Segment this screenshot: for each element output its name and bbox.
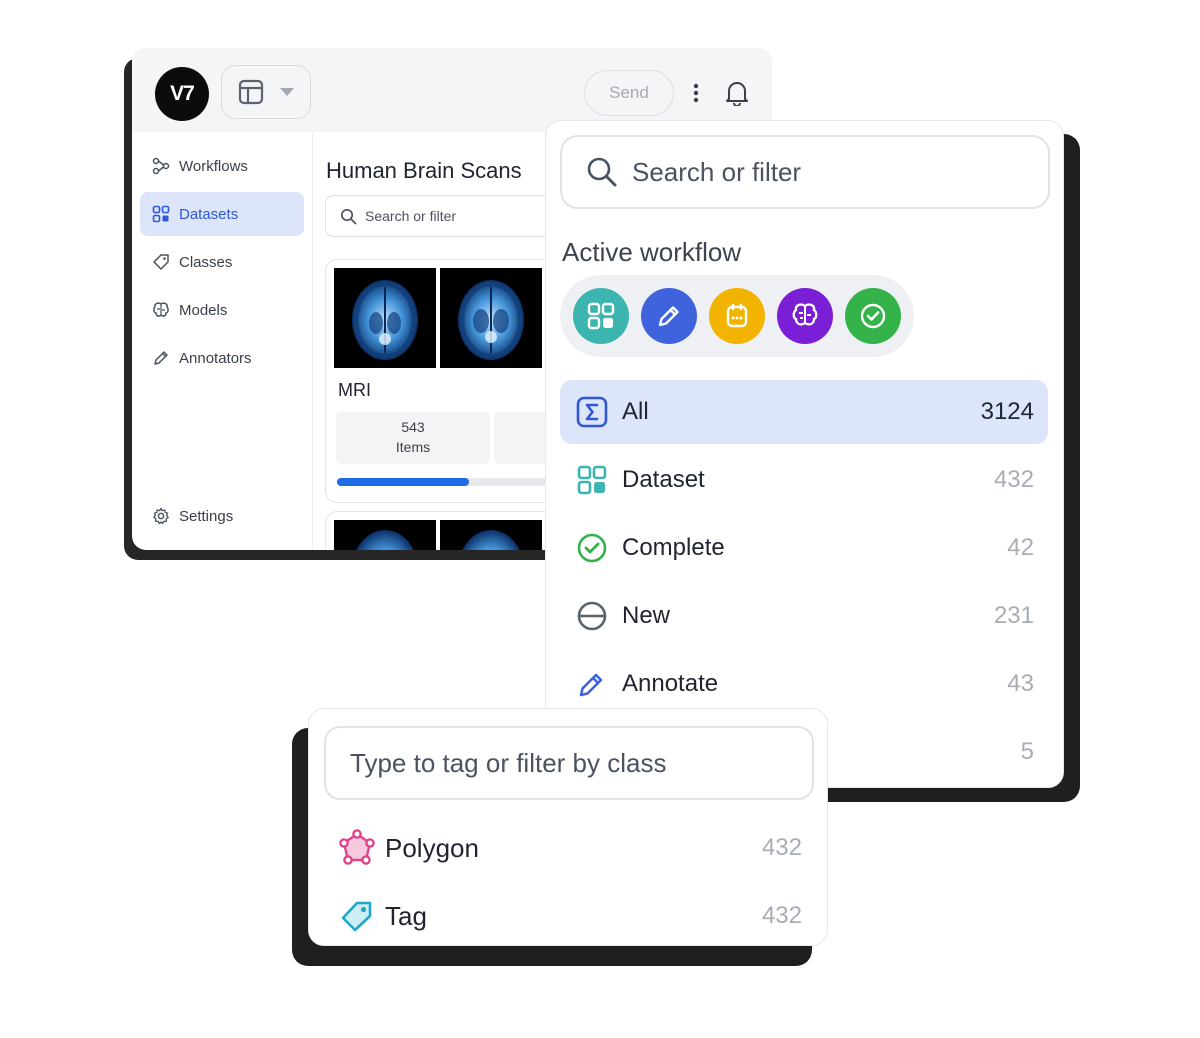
search-icon [587,157,617,187]
pencil-icon [576,668,608,700]
sidebar-item-label: Workflows [179,157,248,175]
filter-row-count: 43 [1007,670,1034,697]
search-placeholder: Search or filter [365,208,457,224]
filter-row-count: 3124 [980,398,1034,425]
mri-scan-image [440,520,542,550]
search-input[interactable]: Search or filter [560,135,1050,209]
sidebar-item-annotators[interactable]: Annotators [140,336,304,380]
class-row-label: Polygon [385,832,479,863]
workflow-icon [152,157,170,175]
sidebar-item-label: Datasets [179,205,239,223]
dataset-name: MRI [338,380,371,400]
items-label: Items [395,439,431,455]
sidebar-item-label: Models [179,301,228,319]
class-row-tag[interactable]: Tag 432 [337,891,802,941]
sidebar-item-label: Classes [179,253,233,271]
layout-icon [238,79,264,105]
filter-row-annotate[interactable]: Annotate 43 [560,652,1048,716]
sidebar-item-datasets[interactable]: Datasets [140,192,304,236]
dataset-stage-icon[interactable] [573,288,629,344]
sidebar-item-label: Annotators [179,349,252,367]
filter-row-label: Dataset [622,466,705,493]
complete-stage-icon[interactable] [845,288,901,344]
page-title: Human Brain Scans [326,158,522,183]
filter-panel: Search or filter Active workflow All 312… [545,120,1064,788]
class-row-label: Tag [385,900,427,931]
active-workflow-title: Active workflow [562,237,742,267]
filter-row-all[interactable]: All 3124 [560,380,1048,444]
search-icon [340,208,357,224]
filter-row-complete[interactable]: Complete 42 [560,516,1048,580]
sidebar-item-models[interactable]: Models [140,288,304,332]
more-options-icon[interactable] [688,78,704,108]
check-circle-icon [576,532,608,564]
bell-icon[interactable] [722,78,752,108]
grid-icon [152,205,170,223]
dataset-icon [576,464,608,496]
filter-row-count: 231 [993,602,1034,629]
filter-row-label: All [622,398,649,425]
class-row-polygon[interactable]: Polygon 432 [337,823,802,873]
items-count: 543 [401,419,425,435]
filter-row-dataset[interactable]: Dataset 432 [560,448,1048,512]
sidebar-item-workflows[interactable]: Workflows [140,144,304,188]
mri-scan-image [440,268,542,368]
filter-row-count: 42 [1007,534,1034,561]
filter-row-count: 432 [993,466,1034,493]
sigma-icon [576,396,608,428]
annotate-stage-icon[interactable] [641,288,697,344]
v7-logo[interactable]: V7 [155,67,209,121]
mri-scan-image [334,520,436,550]
chevron-down-icon [280,88,294,96]
filter-row-new[interactable]: New 231 [560,584,1048,648]
items-stat: 543 Items [336,412,490,464]
class-row-count: 432 [761,834,802,861]
polygon-icon [337,828,377,868]
tag-icon [153,254,169,270]
filter-row-count: 5 [1020,738,1034,765]
sidebar: Workflows Datasets Classes Models Annota… [132,132,313,550]
class-filter-placeholder: Type to tag or filter by class [350,747,667,778]
layout-switcher-button[interactable] [221,65,311,119]
new-circle-icon [576,600,608,632]
gear-icon [153,507,169,525]
review-stage-icon[interactable] [709,288,765,344]
sidebar-item-label: Settings [179,507,234,525]
sidebar-item-settings[interactable]: Settings [140,494,304,538]
pencil-icon [154,351,168,365]
filter-row-label: Annotate [622,670,719,697]
filter-row-label: Complete [622,534,725,561]
sidebar-item-classes[interactable]: Classes [140,240,304,284]
progress-bar [337,478,577,486]
workflow-stages [560,275,914,357]
class-row-count: 432 [761,902,802,929]
model-stage-icon[interactable] [777,288,833,344]
filter-row-label: New [622,602,671,629]
tag-icon [337,896,377,936]
mri-scan-image [334,268,436,368]
progress-fill [337,478,469,486]
send-button[interactable]: Send [584,70,674,116]
class-tag-popup: Type to tag or filter by class Polygon 4… [308,708,828,946]
class-filter-input[interactable]: Type to tag or filter by class [324,726,814,800]
search-placeholder: Search or filter [632,156,802,187]
brain-icon [153,302,169,317]
